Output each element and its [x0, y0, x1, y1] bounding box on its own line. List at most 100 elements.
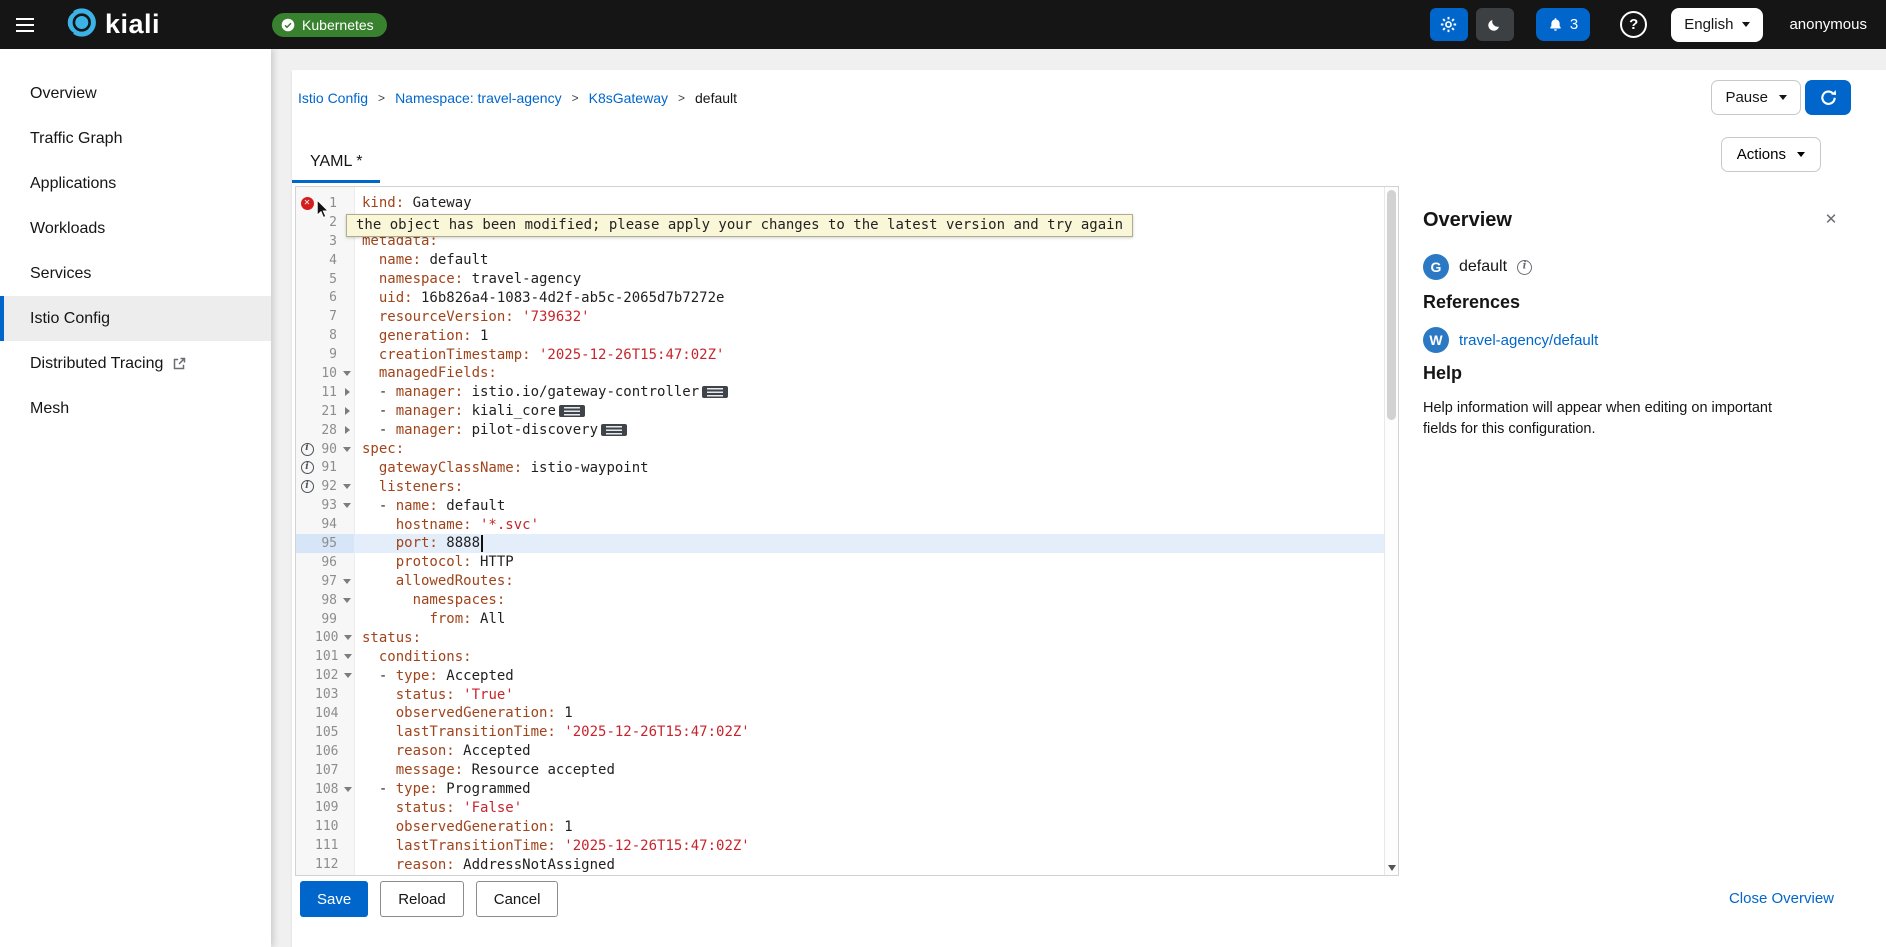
editor-code-cell[interactable]: namespaces:: [354, 592, 505, 608]
editor-line-93[interactable]: 93 - name: default: [296, 496, 1398, 515]
cluster-badge[interactable]: Kubernetes: [272, 13, 387, 37]
sidebar-item-mesh[interactable]: Mesh: [0, 386, 271, 431]
collapsed-fold-badge[interactable]: [601, 424, 627, 436]
info-annotation-icon[interactable]: [301, 443, 314, 456]
fold-closed-icon[interactable]: [340, 407, 354, 415]
editor-code-cell[interactable]: gatewayClassName: istio-waypoint: [354, 460, 649, 476]
help-button[interactable]: [1620, 11, 1647, 38]
editor-code-cell[interactable]: from: All: [354, 611, 505, 627]
info-annotation-icon[interactable]: [301, 480, 314, 493]
editor-code-cell[interactable]: message: Resource accepted: [354, 762, 615, 778]
fold-open-icon[interactable]: [340, 598, 354, 603]
editor-line-6[interactable]: 6 uid: 16b826a4-1083-4d2f-ab5c-2065d7b72…: [296, 288, 1398, 307]
fold-closed-icon[interactable]: [340, 388, 354, 396]
fold-open-icon[interactable]: [340, 484, 354, 489]
editor-code-cell[interactable]: reason: Accepted: [354, 743, 531, 759]
breadcrumb-item[interactable]: K8sGateway: [589, 90, 668, 106]
editor-code-cell[interactable]: namespace: travel-agency: [354, 271, 581, 287]
settings-button[interactable]: [1430, 8, 1468, 41]
cancel-button[interactable]: Cancel: [476, 881, 559, 917]
editor-line-28[interactable]: 28 - manager: pilot-discovery: [296, 421, 1398, 440]
language-select[interactable]: English: [1671, 8, 1763, 42]
editor-line-1[interactable]: 1kind: Gateway: [296, 194, 1398, 213]
editor-line-111[interactable]: 111 lastTransitionTime: '2025-12-26T15:4…: [296, 836, 1398, 855]
editor-line-107[interactable]: 107 message: Resource accepted: [296, 761, 1398, 780]
editor-code-cell[interactable]: spec:: [354, 441, 404, 457]
editor-code-cell[interactable]: conditions:: [354, 649, 472, 665]
notifications-button[interactable]: 3: [1536, 8, 1590, 41]
editor-line-96[interactable]: 96 protocol: HTTP: [296, 553, 1398, 572]
editor-code-cell[interactable]: listeners:: [354, 479, 463, 495]
editor-code-cell[interactable]: reason: AddressNotAssigned: [354, 857, 615, 873]
editor-code-cell[interactable]: kind: Gateway: [354, 195, 472, 211]
reload-button[interactable]: Reload: [380, 881, 464, 917]
editor-code-cell[interactable]: status: 'True': [354, 687, 514, 703]
editor-line-106[interactable]: 106 reason: Accepted: [296, 742, 1398, 761]
scrollbar-thumb[interactable]: [1387, 190, 1396, 420]
close-overview-link[interactable]: Close Overview: [1729, 890, 1834, 907]
editor-code-cell[interactable]: - type: Accepted: [354, 668, 514, 684]
fold-open-icon[interactable]: [340, 447, 354, 452]
reference-link[interactable]: travel-agency/default: [1459, 332, 1598, 349]
editor-line-11[interactable]: 11 - manager: istio.io/gateway-controlle…: [296, 383, 1398, 402]
editor-code-cell[interactable]: observedGeneration: 1: [354, 705, 573, 721]
sidebar-item-distributed-tracing[interactable]: Distributed Tracing: [0, 341, 271, 386]
editor-code-cell[interactable]: creationTimestamp: '2025-12-26T15:47:02Z…: [354, 347, 724, 363]
editor-code-cell[interactable]: allowedRoutes:: [354, 573, 514, 589]
editor-line-104[interactable]: 104 observedGeneration: 1: [296, 704, 1398, 723]
pause-interval-select[interactable]: Pause: [1711, 80, 1801, 115]
actions-dropdown[interactable]: Actions: [1721, 137, 1821, 172]
editor-line-9[interactable]: 9 creationTimestamp: '2025-12-26T15:47:0…: [296, 345, 1398, 364]
editor-code-cell[interactable]: port: 8888: [354, 535, 483, 552]
editor-code-cell[interactable]: uid: 16b826a4-1083-4d2f-ab5c-2065d7b7272…: [354, 290, 724, 306]
editor-line-91[interactable]: 91 gatewayClassName: istio-waypoint: [296, 458, 1398, 477]
editor-code-cell[interactable]: status: 'False': [354, 800, 522, 816]
editor-code-cell[interactable]: - manager: istio.io/gateway-controller: [354, 384, 728, 400]
fold-open-icon[interactable]: [340, 503, 354, 508]
editor-line-21[interactable]: 21 - manager: kiali_core: [296, 402, 1398, 421]
editor-line-109[interactable]: 109 status: 'False': [296, 799, 1398, 818]
editor-code-cell[interactable]: resourceVersion: '739632': [354, 309, 590, 325]
editor-line-8[interactable]: 8 generation: 1: [296, 326, 1398, 345]
brand[interactable]: kiali: [60, 6, 160, 44]
editor-code-cell[interactable]: lastTransitionTime: '2025-12-26T15:47:02…: [354, 724, 750, 740]
editor-line-90[interactable]: 90spec:: [296, 440, 1398, 459]
editor-line-103[interactable]: 103 status: 'True': [296, 685, 1398, 704]
sidebar-item-workloads[interactable]: Workloads: [0, 206, 271, 251]
editor-line-95[interactable]: 95 port: 8888: [296, 534, 1398, 553]
editor-line-105[interactable]: 105 lastTransitionTime: '2025-12-26T15:4…: [296, 723, 1398, 742]
fold-open-icon[interactable]: [340, 371, 354, 376]
editor-code-cell[interactable]: managedFields:: [354, 365, 497, 381]
editor-line-110[interactable]: 110 observedGeneration: 1: [296, 817, 1398, 836]
scrollbar-down-arrow-icon[interactable]: [1388, 865, 1396, 871]
editor-code-cell[interactable]: - manager: kiali_core: [354, 403, 585, 419]
editor-line-102[interactable]: 102 - type: Accepted: [296, 666, 1398, 685]
editor-line-101[interactable]: 101 conditions:: [296, 647, 1398, 666]
editor-line-99[interactable]: 99 from: All: [296, 610, 1398, 629]
editor-scrollbar[interactable]: [1384, 187, 1398, 875]
editor-code-cell[interactable]: generation: 1: [354, 328, 488, 344]
sidebar-item-overview[interactable]: Overview: [0, 71, 271, 116]
editor-code-cell[interactable]: status:: [354, 630, 421, 646]
editor-code-cell[interactable]: protocol: HTTP: [354, 554, 514, 570]
editor-code-cell[interactable]: - manager: pilot-discovery: [354, 422, 627, 438]
fold-closed-icon[interactable]: [340, 426, 354, 434]
sidebar-item-services[interactable]: Services: [0, 251, 271, 296]
editor-line-92[interactable]: 92 listeners:: [296, 477, 1398, 496]
editor-line-108[interactable]: 108 - type: Programmed: [296, 780, 1398, 799]
editor-line-94[interactable]: 94 hostname: '*.svc': [296, 515, 1398, 534]
error-annotation-icon[interactable]: [301, 197, 314, 210]
close-icon[interactable]: [1821, 209, 1841, 229]
refresh-button[interactable]: [1805, 80, 1851, 115]
editor-line-4[interactable]: 4 name: default: [296, 251, 1398, 270]
editor-line-7[interactable]: 7 resourceVersion: '739632': [296, 307, 1398, 326]
editor-line-98[interactable]: 98 namespaces:: [296, 591, 1398, 610]
editor-line-10[interactable]: 10 managedFields:: [296, 364, 1398, 383]
editor-line-112[interactable]: 112 reason: AddressNotAssigned: [296, 855, 1398, 874]
collapsed-fold-badge[interactable]: [559, 405, 585, 417]
save-button[interactable]: Save: [300, 881, 368, 917]
collapsed-fold-badge[interactable]: [702, 386, 728, 398]
sidebar-item-traffic-graph[interactable]: Traffic Graph: [0, 116, 271, 161]
dark-mode-button[interactable]: [1476, 8, 1514, 41]
breadcrumb-item[interactable]: Istio Config: [298, 90, 368, 106]
